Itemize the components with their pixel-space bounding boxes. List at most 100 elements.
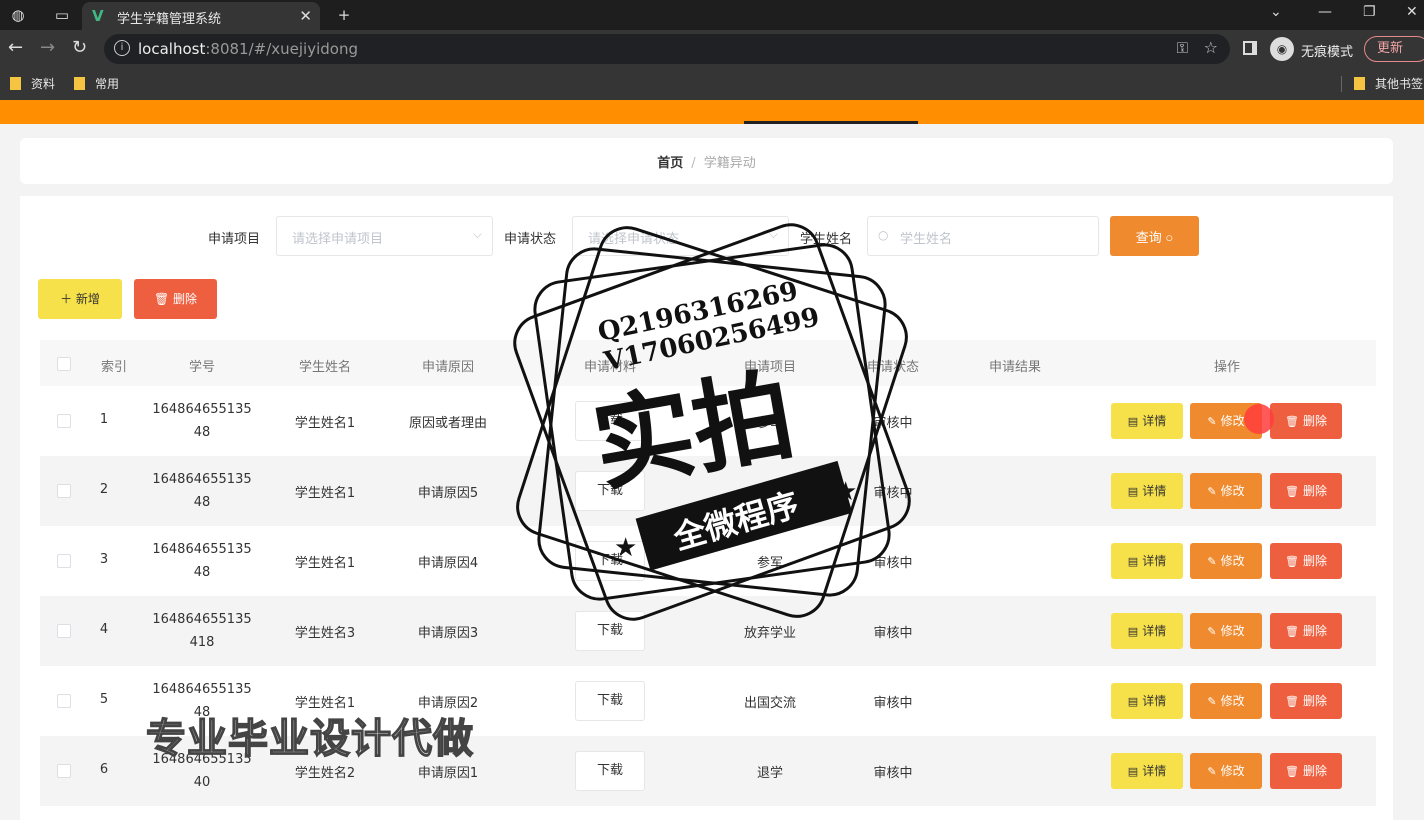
detail-button[interactable]: ▤ 详情	[1111, 613, 1183, 649]
cell-reason: 申请原因4	[417, 556, 479, 571]
edit-button[interactable]: ✎ 修改	[1190, 473, 1262, 509]
pencil-icon: ✎	[1207, 485, 1217, 498]
pencil-icon: ✎	[1207, 555, 1217, 568]
trash-icon: 🗑	[1285, 625, 1299, 638]
minimize-icon[interactable]: —	[1318, 4, 1332, 20]
cell-index: 4	[99, 622, 109, 637]
batch-delete-button[interactable]: 🗑 删除	[134, 279, 217, 319]
tab-search-icon[interactable]: ⌄	[1270, 4, 1282, 20]
other-bookmarks[interactable]: 其他书签	[1354, 75, 1423, 92]
url-text: localhost:8081/#/xuejiyidong	[138, 40, 358, 58]
cell-student-name: 学生姓名1	[294, 486, 356, 501]
cell-project: 参军	[756, 416, 784, 431]
maximize-icon[interactable]: ❐	[1363, 4, 1376, 20]
document-icon: ▤	[1127, 695, 1139, 708]
cell-student-name: 学生姓名1	[294, 556, 356, 571]
download-button[interactable]: 下载	[575, 611, 645, 651]
project-select[interactable]: 请选择申请项目 ⌵	[276, 216, 493, 256]
edit-button[interactable]: ✎ 修改	[1190, 753, 1262, 789]
vue-logo-icon: V	[92, 7, 104, 25]
delete-button[interactable]: 🗑 删除	[1270, 683, 1342, 719]
download-button[interactable]: 下载	[575, 681, 645, 721]
student-name-input[interactable]: ○ 学生姓名	[867, 216, 1099, 256]
row-checkbox[interactable]	[57, 624, 71, 638]
detail-button[interactable]: ▤ 详情	[1111, 683, 1183, 719]
cell-student-id: 164864655135 48	[152, 542, 252, 580]
pencil-icon: ✎	[1207, 695, 1217, 708]
table-row: 2 164864655135 48 学生姓名1 申请原因5 下载 审核中 ▤ 详情 ✎ 修改 🗑 删除	[40, 456, 1376, 526]
cell-project: 放弃学业	[743, 626, 797, 641]
url-box[interactable]: i localhost:8081/#/xuejiyidong ⚿ ☆	[104, 34, 1230, 64]
download-button[interactable]: 下载	[575, 401, 645, 441]
document-icon: ▤	[1127, 765, 1139, 778]
cell-student-name: 学生姓名2	[294, 766, 356, 781]
browser-tab[interactable]: V 学生学籍管理系统 ✕	[82, 2, 320, 30]
detail-button[interactable]: ▤ 详情	[1111, 473, 1183, 509]
star-icon[interactable]: ☆	[1204, 38, 1218, 57]
back-icon[interactable]: ←	[8, 38, 23, 58]
download-button[interactable]: 下载	[575, 541, 645, 581]
window-icon[interactable]: ▭	[52, 5, 72, 25]
download-button[interactable]: 下载	[575, 471, 645, 511]
trash-icon: 🗑	[1285, 695, 1299, 708]
breadcrumb-card: 首页 / 学籍异动	[20, 138, 1393, 184]
status-filter-label: 申请状态	[504, 232, 557, 247]
delete-button[interactable]: 🗑 删除	[1270, 753, 1342, 789]
breadcrumb-home[interactable]: 首页	[657, 156, 683, 171]
cell-reason: 原因或者理由	[408, 416, 488, 431]
cell-status: 审核中	[873, 416, 913, 431]
download-button[interactable]: 下载	[575, 751, 645, 791]
header-attachment: 申请材料	[583, 360, 637, 375]
cell-reason: 申请原因1	[417, 766, 479, 781]
row-checkbox[interactable]	[57, 764, 71, 778]
new-tab-icon[interactable]: +	[334, 5, 354, 25]
cell-student-id: 164864655135 418	[152, 612, 252, 650]
select-all-checkbox[interactable]	[57, 357, 71, 371]
cell-status: 审核中	[873, 766, 913, 781]
detail-button[interactable]: ▤ 详情	[1111, 403, 1183, 439]
address-bar: ← → ↻ i localhost:8081/#/xuejiyidong ⚿ ☆	[0, 30, 1424, 68]
bookmark-folder-1[interactable]: 资料	[10, 75, 55, 92]
edit-button[interactable]: ✎ 修改	[1190, 543, 1262, 579]
delete-button[interactable]: 🗑 删除	[1270, 613, 1342, 649]
globe-icon[interactable]: ◍	[8, 5, 28, 25]
status-select[interactable]: 请选择申请状态 ⌵	[572, 216, 789, 256]
edit-button[interactable]: ✎ 修改	[1190, 683, 1262, 719]
close-tab-icon[interactable]: ✕	[299, 7, 312, 25]
update-button[interactable]: 更新	[1364, 36, 1424, 62]
row-checkbox[interactable]	[57, 694, 71, 708]
row-checkbox[interactable]	[57, 484, 71, 498]
query-button[interactable]: 查询 ○	[1110, 216, 1199, 256]
cell-index: 3	[99, 552, 109, 567]
delete-button[interactable]: 🗑 删除	[1270, 543, 1342, 579]
delete-button[interactable]: 🗑 删除	[1270, 403, 1342, 439]
bookmark-folder-2[interactable]: 常用	[74, 75, 119, 92]
forward-icon[interactable]: →	[40, 38, 55, 58]
cell-status: 审核中	[873, 486, 913, 501]
trash-icon: 🗑	[1285, 415, 1299, 428]
add-button[interactable]: ＋ 新增	[38, 279, 122, 319]
cell-project: 出国交流	[743, 696, 797, 711]
close-window-icon[interactable]: ✕	[1406, 4, 1418, 20]
edit-button[interactable]: ✎ 修改	[1190, 613, 1262, 649]
reload-icon[interactable]: ↻	[72, 38, 87, 58]
detail-button[interactable]: ▤ 详情	[1111, 543, 1183, 579]
side-panel-icon[interactable]	[1243, 41, 1257, 55]
key-icon[interactable]: ⚿	[1177, 39, 1188, 57]
delete-button[interactable]: 🗑 删除	[1270, 473, 1342, 509]
row-checkbox[interactable]	[57, 414, 71, 428]
header-result: 申请结果	[988, 360, 1042, 375]
header-student-id: 学号	[188, 360, 216, 375]
header-project: 申请项目	[743, 360, 797, 375]
folder-icon	[74, 77, 85, 90]
folder-icon	[1354, 77, 1365, 90]
header-status: 申请状态	[866, 360, 920, 375]
incognito-icon[interactable]: ◉	[1270, 37, 1294, 61]
cell-project: 参军	[756, 556, 784, 571]
row-checkbox[interactable]	[57, 554, 71, 568]
cell-index: 5	[99, 692, 109, 707]
detail-button[interactable]: ▤ 详情	[1111, 753, 1183, 789]
browser-tab-bar: ◍ ▭ V 学生学籍管理系统 ✕ + ⌄ — ❐ ✕	[0, 0, 1424, 30]
header-actions: 操作	[1213, 360, 1241, 375]
info-icon[interactable]: i	[114, 40, 130, 56]
